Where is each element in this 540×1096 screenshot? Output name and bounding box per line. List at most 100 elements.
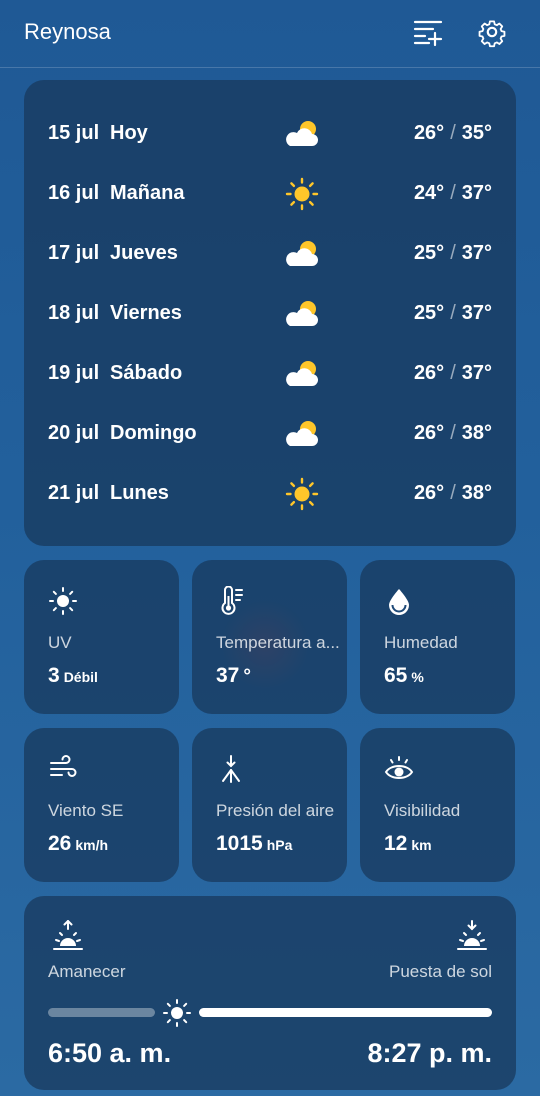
feels-like-label: Temperatura a... <box>216 633 340 652</box>
forecast-day: Domingo <box>110 422 197 444</box>
partly-cloudy-icon <box>286 421 318 446</box>
forecast-low: 24° <box>413 182 445 204</box>
forecast-row[interactable]: 18 jul Viernes 25°/37° <box>24 294 516 334</box>
visibility-unit: km <box>411 837 432 853</box>
forecast-high: 35° <box>461 122 492 144</box>
pressure-label: Presión del aire <box>216 801 335 820</box>
feels-like-value: 37 <box>216 664 240 687</box>
forecast-high: 37° <box>461 362 492 384</box>
sunset-label: Puesta de sol <box>388 962 492 981</box>
forecast-date: 15 jul <box>48 122 100 144</box>
uv-level: Débil <box>63 669 98 685</box>
forecast-temps: 25°/37° <box>414 302 492 325</box>
sun-card[interactable]: Amanecer Puesta de sol 6:50 a. m. 8:27 p… <box>24 896 516 1090</box>
forecast-low: 26° <box>413 122 445 144</box>
forecast-date: 19 jul <box>48 362 100 384</box>
humidity-card[interactable]: Humedad 65% <box>360 560 515 714</box>
day-progress-remaining <box>198 1008 492 1017</box>
forecast-temps: 26°/37° <box>414 362 492 385</box>
pressure-icon <box>222 755 240 783</box>
forecast-date: 17 jul <box>48 242 100 264</box>
sunrise-label: Amanecer <box>48 962 126 981</box>
uv-card[interactable]: UV 3 Débil <box>24 560 179 714</box>
temp-separator: / <box>450 242 456 264</box>
temp-separator: / <box>450 482 456 504</box>
top-bar: Reynosa <box>0 0 540 66</box>
forecast-low: 26° <box>413 482 445 504</box>
temp-separator: / <box>450 182 456 204</box>
pressure-value: 1015 <box>216 832 263 855</box>
visibility-value: 12 <box>384 832 408 855</box>
forecast-temps: 26°/38° <box>414 422 492 445</box>
forecast-row[interactable]: 20 jul Domingo 26°/38° <box>24 414 516 454</box>
wind-label: Viento SE <box>48 801 124 820</box>
forecast-high: 37° <box>461 302 492 324</box>
forecast-day: Hoy <box>110 122 148 144</box>
sunrise-time: 6:50 a. m. <box>48 1038 172 1068</box>
forecast-day: Lunes <box>110 482 169 504</box>
forecast-card[interactable]: 15 jul Hoy 26°/35° 16 jul Mañana 24°/37°… <box>24 80 516 546</box>
sun-position-icon <box>162 999 191 1027</box>
feels-like-unit: ° <box>243 666 251 687</box>
eye-icon <box>384 756 414 779</box>
forecast-date: 21 jul <box>48 482 100 504</box>
wind-value: 26 <box>48 832 72 855</box>
add-list-icon[interactable] <box>412 16 444 48</box>
uv-value-line: 3 Débil <box>48 664 98 688</box>
visibility-label: Visibilidad <box>384 801 461 820</box>
day-progress-elapsed <box>48 1008 155 1017</box>
wind-card[interactable]: Viento SE 26 km/h <box>24 728 179 882</box>
forecast-high: 38° <box>461 422 492 444</box>
forecast-low: 25° <box>413 302 445 324</box>
thermometer-icon <box>221 586 243 615</box>
forecast-day: Jueves <box>110 242 178 264</box>
feels-like-value-line: 37 ° <box>216 664 251 688</box>
pressure-value-line: 1015 hPa <box>216 832 292 856</box>
forecast-low: 25° <box>413 242 445 264</box>
forecast-day: Viernes <box>110 302 182 324</box>
wind-value-line: 26 km/h <box>48 832 108 856</box>
wind-unit: km/h <box>75 837 109 853</box>
forecast-temps: 25°/37° <box>414 242 492 265</box>
droplet-icon <box>389 589 409 615</box>
sunset-icon <box>457 920 487 950</box>
humidity-value: 65 <box>384 664 408 687</box>
forecast-row[interactable]: 19 jul Sábado 26°/37° <box>24 354 516 394</box>
forecast-high: 38° <box>461 482 492 504</box>
sun-icon <box>285 177 319 211</box>
visibility-card[interactable]: Visibilidad 12 km <box>360 728 515 882</box>
temp-separator: / <box>450 362 456 384</box>
visibility-value-line: 12 km <box>384 832 432 856</box>
pressure-card[interactable]: Presión del aire 1015 hPa <box>192 728 347 882</box>
forecast-date: 18 jul <box>48 302 100 324</box>
temp-separator: / <box>450 422 456 444</box>
forecast-row[interactable]: 21 jul Lunes 26°/38° <box>24 474 516 514</box>
partly-cloudy-icon <box>286 361 318 386</box>
forecast-day: Sábado <box>110 362 183 384</box>
uv-label: UV <box>48 633 72 652</box>
humidity-label: Humedad <box>384 633 458 652</box>
forecast-row[interactable]: 16 jul Mañana 24°/37° <box>24 174 516 214</box>
uv-value: 3 <box>48 664 60 687</box>
forecast-temps: 24°/37° <box>414 182 492 205</box>
forecast-temps: 26°/35° <box>414 122 492 145</box>
forecast-high: 37° <box>461 182 492 204</box>
sunrise-icon <box>53 920 83 950</box>
partly-cloudy-icon <box>286 301 318 326</box>
partly-cloudy-icon <box>286 241 318 266</box>
gear-icon[interactable] <box>476 16 508 48</box>
forecast-date: 20 jul <box>48 422 100 444</box>
city-name: Reynosa <box>24 19 111 44</box>
humidity-unit: % <box>411 669 424 685</box>
forecast-high: 37° <box>461 242 492 264</box>
forecast-day: Mañana <box>110 182 185 204</box>
wind-icon <box>50 755 77 777</box>
forecast-date: 16 jul <box>48 182 100 204</box>
feels-like-card[interactable]: Temperatura a... 37 ° <box>192 560 347 714</box>
sunset-time: 8:27 p. m. <box>367 1038 492 1068</box>
forecast-low: 26° <box>413 422 445 444</box>
forecast-row[interactable]: 15 jul Hoy 26°/35° <box>24 114 516 154</box>
pressure-unit: hPa <box>266 837 293 853</box>
forecast-row[interactable]: 17 jul Jueves 25°/37° <box>24 234 516 274</box>
temp-separator: / <box>450 122 456 144</box>
